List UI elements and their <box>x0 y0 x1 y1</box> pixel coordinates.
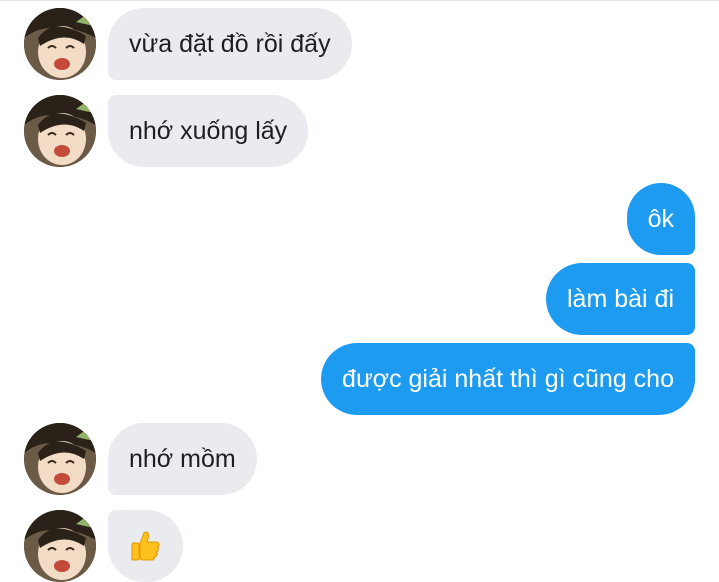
incoming-emoji-bubble[interactable] <box>108 510 183 582</box>
avatar[interactable] <box>24 510 96 582</box>
avatar[interactable] <box>24 8 96 80</box>
avatar[interactable] <box>24 423 96 495</box>
thumbs-up-icon <box>131 531 160 561</box>
message-row: nhớ xuống lấy <box>0 95 719 167</box>
outgoing-message-bubble[interactable]: được giải nhất thì gì cũng cho <box>321 343 695 415</box>
incoming-message-bubble[interactable]: nhớ xuống lấy <box>108 95 309 167</box>
message-row <box>0 510 719 582</box>
outgoing-message-bubble[interactable]: ôk <box>626 183 695 255</box>
outgoing-message-bubble[interactable]: làm bài đi <box>546 263 695 335</box>
message-row: ôk <box>0 183 719 255</box>
message-row: nhớ mồm <box>0 423 719 495</box>
message-row: được giải nhất thì gì cũng cho <box>0 343 719 415</box>
incoming-message-bubble[interactable]: nhớ mồm <box>108 423 257 495</box>
avatar[interactable] <box>24 95 96 167</box>
incoming-message-bubble[interactable]: vừa đặt đồ rồi đấy <box>108 8 352 80</box>
message-row: làm bài đi <box>0 263 719 335</box>
top-divider <box>0 0 719 1</box>
message-row: vừa đặt đồ rồi đấy <box>0 8 719 80</box>
